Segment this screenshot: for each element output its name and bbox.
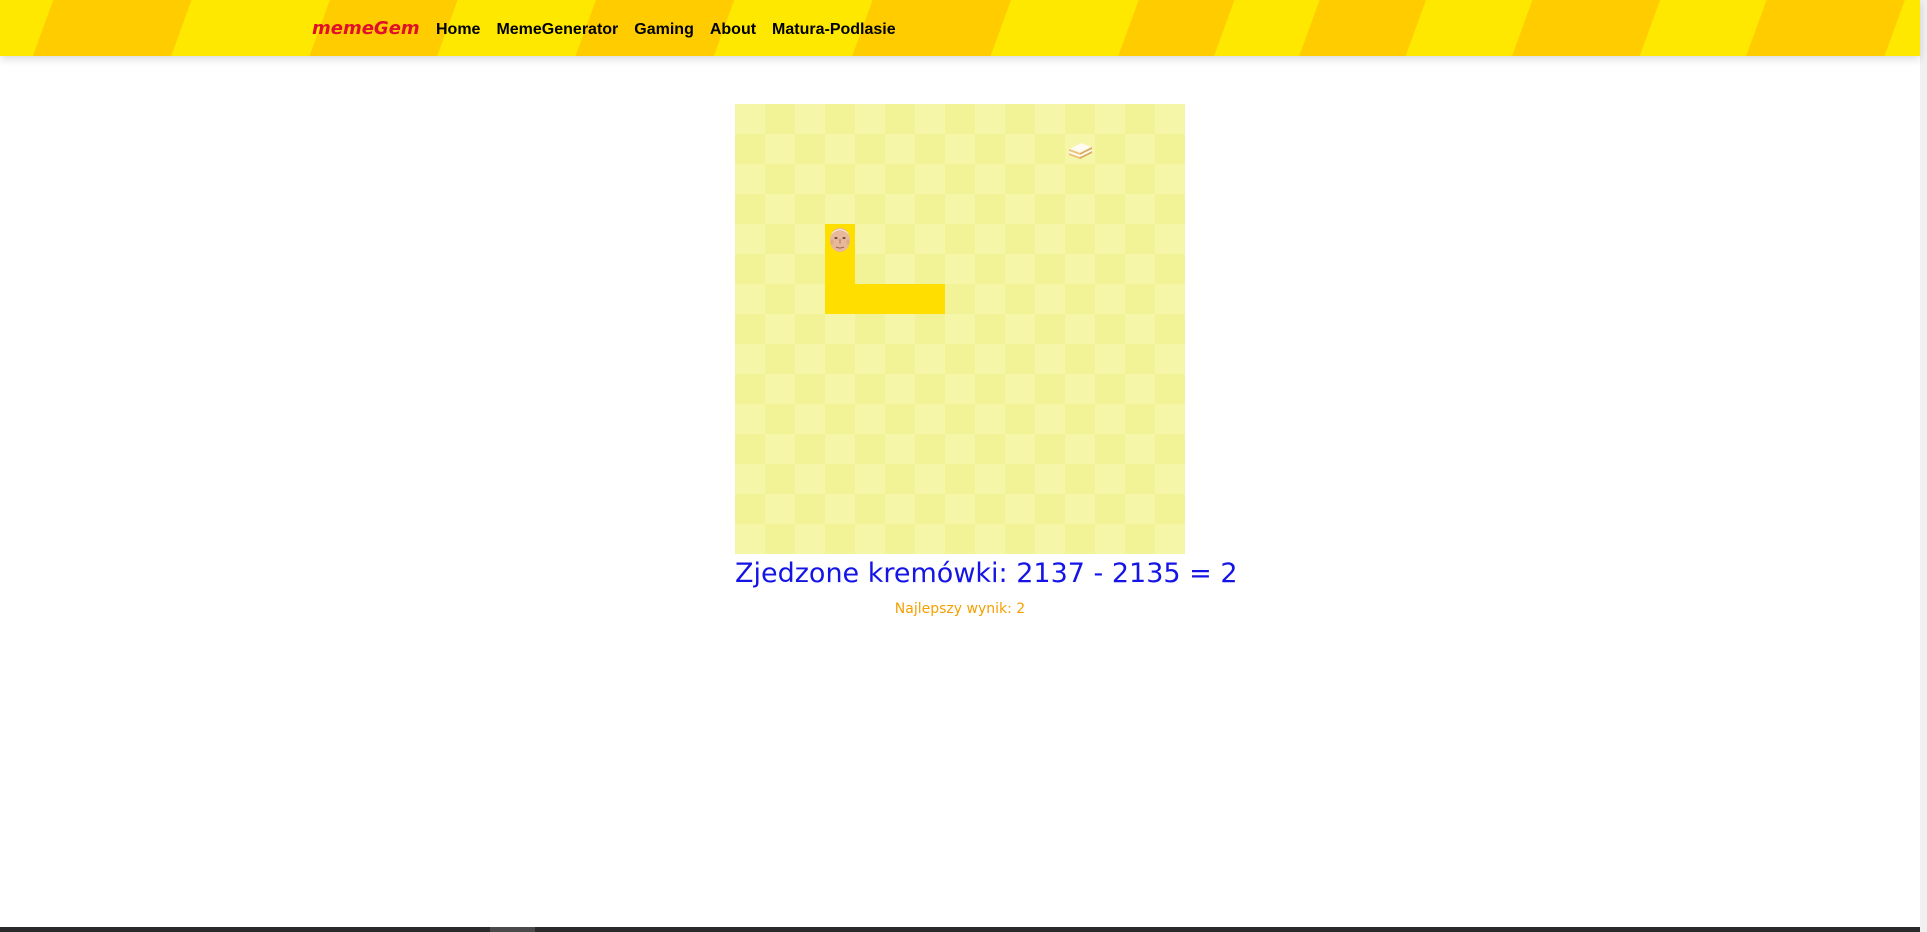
horizontal-scrollbar[interactable]	[0, 927, 1920, 932]
snake-segment	[855, 284, 885, 314]
pope-face-icon	[830, 228, 850, 252]
kremowka-cake-icon	[1068, 143, 1093, 159]
horizontal-scrollbar-thumb[interactable]	[490, 927, 535, 932]
nav-meme-generator[interactable]: MemeGenerator	[496, 20, 618, 40]
vertical-scrollbar[interactable]	[1920, 0, 1927, 932]
snake-segment	[825, 254, 855, 284]
navbar: memeGem Home MemeGenerator Gaming About …	[0, 0, 1920, 56]
snake-segment	[825, 284, 855, 314]
game-board[interactable]	[735, 104, 1185, 554]
nav-links: Home MemeGenerator Gaming About Matura-P…	[436, 20, 912, 40]
nav-gaming[interactable]: Gaming	[634, 20, 694, 40]
nav-home[interactable]: Home	[436, 20, 480, 40]
snake-segment	[915, 284, 945, 314]
brand-logo[interactable]: memeGem	[312, 18, 420, 40]
snake-head	[825, 224, 855, 254]
best-score-text: Najlepszy wynik: 2	[894, 601, 1026, 617]
snake-segment	[885, 284, 915, 314]
nav-about[interactable]: About	[710, 20, 756, 40]
nav-matura-podlasie[interactable]: Matura-Podlasie	[772, 20, 896, 40]
score-text: Zjedzone kremówki: 2137 - 2135 = 2	[735, 558, 1238, 589]
